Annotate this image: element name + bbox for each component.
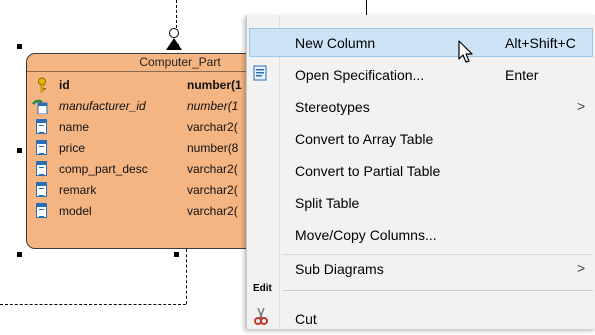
scissors-icon xyxy=(254,307,268,325)
foreign-key-icon xyxy=(32,99,48,114)
selection-handle[interactable] xyxy=(174,252,179,257)
column-type: number(1 xyxy=(187,78,242,92)
column-icon xyxy=(36,140,47,155)
column-row[interactable]: model varchar2( xyxy=(29,201,283,222)
column-name: remark xyxy=(59,183,97,197)
column-icon xyxy=(36,182,47,197)
menu-item-label: Open Specification... xyxy=(295,67,425,83)
menu-item-shortcut: Enter xyxy=(505,67,539,83)
menu-item-convert-partial-table[interactable]: Convert to Partial Table xyxy=(247,155,595,187)
column-name: manufacturer_id xyxy=(59,99,146,113)
connector-bottom xyxy=(186,249,187,304)
menu-item-open-specification[interactable]: Open Specification... Enter xyxy=(247,59,595,91)
column-type: varchar2( xyxy=(187,183,238,197)
column-row[interactable]: comp_part_desc varchar2( xyxy=(29,159,283,180)
menu-item-convert-array-table[interactable]: Convert to Array Table xyxy=(247,123,595,155)
column-type: varchar2( xyxy=(187,162,238,176)
column-icon xyxy=(36,161,47,176)
column-icon xyxy=(36,119,47,134)
menu-item-sub-diagrams[interactable]: Sub Diagrams > xyxy=(247,253,595,285)
menu-item-label: Cut xyxy=(295,311,317,327)
context-menu: New Column Alt+Shift+C Open Specificatio… xyxy=(246,15,595,329)
mouse-pointer-icon xyxy=(458,40,473,63)
column-row[interactable]: manufacturer_id number(1 xyxy=(29,96,283,117)
menu-item-new-column[interactable]: New Column Alt+Shift+C xyxy=(247,27,595,59)
column-name: model xyxy=(59,204,92,218)
column-row[interactable]: remark varchar2( xyxy=(29,180,283,201)
menu-group-label: Edit xyxy=(253,283,275,294)
relationship-end-circle xyxy=(169,28,179,38)
entity-title: Computer_Part xyxy=(27,54,283,72)
column-row[interactable]: id number(1 xyxy=(29,75,283,96)
menu-item-cut[interactable]: Cut xyxy=(247,303,595,335)
menu-item-label: Split Table xyxy=(295,195,360,211)
connector-top-right xyxy=(366,0,367,15)
selection-handle[interactable] xyxy=(174,44,179,49)
menu-item-label: New Column xyxy=(295,35,376,51)
menu-item-label: Sub Diagrams xyxy=(295,261,384,277)
submenu-arrow-icon: > xyxy=(577,260,586,276)
column-type: number(1 xyxy=(187,99,239,113)
selection-handle[interactable] xyxy=(17,252,22,257)
menu-item-split-table[interactable]: Split Table xyxy=(247,187,595,219)
column-name: comp_part_desc xyxy=(59,162,148,176)
menu-item-label: Convert to Partial Table xyxy=(295,163,441,179)
selection-handle[interactable] xyxy=(17,148,22,153)
column-row[interactable]: name varchar2( xyxy=(29,117,283,138)
specification-icon xyxy=(253,65,267,81)
key-icon xyxy=(38,77,46,93)
column-name: id xyxy=(59,78,70,92)
column-type: varchar2( xyxy=(187,120,238,134)
selection-handle[interactable] xyxy=(17,44,22,49)
menu-item-label: Convert to Array Table xyxy=(295,131,434,147)
column-icon xyxy=(36,203,47,218)
menu-item-move-copy-columns[interactable]: Move/Copy Columns... xyxy=(247,219,595,251)
menu-item-label: Move/Copy Columns... xyxy=(295,227,437,243)
column-row[interactable]: price number(8 xyxy=(29,138,283,159)
column-name: name xyxy=(59,120,90,134)
column-name: price xyxy=(59,141,86,155)
column-type: varchar2( xyxy=(187,204,238,218)
menu-item-shortcut: Alt+Shift+C xyxy=(505,35,576,51)
menu-group-divider xyxy=(283,290,593,291)
submenu-arrow-icon: > xyxy=(577,98,586,114)
connector-bottom-horizontal xyxy=(0,304,186,305)
menu-item-label: Stereotypes xyxy=(295,99,370,115)
menu-item-stereotypes[interactable]: Stereotypes > xyxy=(247,91,595,123)
column-type: number(8 xyxy=(187,141,239,155)
connector-top xyxy=(176,0,177,28)
